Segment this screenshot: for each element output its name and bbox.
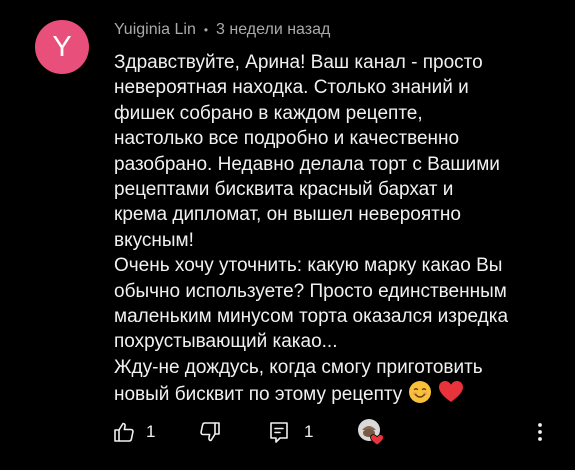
red-heart-icon: [438, 380, 464, 411]
thumbs-down-icon: [198, 420, 222, 444]
comment-line: обычно используете? Просто единственным: [114, 280, 507, 302]
reply-icon: [268, 420, 290, 444]
more-options-button[interactable]: [530, 418, 550, 446]
thumbs-up-icon: [112, 420, 136, 444]
author-name[interactable]: Yuiginia Lin: [114, 21, 196, 39]
comment-line: Жду-не дождусь, когда смогу приготовить: [114, 356, 483, 378]
comment-last-line: новый бисквит по этому рецепту: [114, 380, 554, 411]
more-vertical-icon: [530, 420, 550, 444]
creator-heart-badge: [356, 418, 386, 446]
reply-count: 1: [304, 422, 314, 441]
comment-actions: 1 1: [112, 418, 552, 446]
comment-text: Здравствуйте, Арина! Ваш канал - просто …: [114, 50, 554, 412]
comment-line: маленьким минусом торта оказался изредка: [114, 306, 509, 328]
comment-line: похрустывающий какао...: [114, 331, 338, 353]
avatar-letter: Y: [52, 30, 72, 63]
reply-button[interactable]: 1: [268, 418, 313, 446]
smiling-face-icon: [408, 380, 432, 411]
comment-line: рецептами бисквита красный бархат и: [114, 179, 454, 201]
creator-heart-icon: [356, 417, 386, 447]
header-separator: •: [203, 23, 209, 37]
comment-line: вкусным!: [114, 229, 194, 251]
comment-line: Очень хочу уточнить: какую марку какао В…: [114, 255, 503, 277]
comment-thread: Y Yuiginia Lin • 3 недели назад Здравств…: [0, 0, 575, 470]
like-count: 1: [146, 422, 156, 441]
comment-timestamp[interactable]: 3 недели назад: [216, 21, 330, 39]
comment-header: Yuiginia Lin • 3 недели назад: [114, 20, 330, 40]
avatar[interactable]: Y: [35, 20, 89, 74]
comment-line: фишек собрано в каждом рецепте,: [114, 102, 423, 124]
like-button[interactable]: 1: [112, 418, 155, 446]
comment-line: Здравствуйте, Арина! Ваш канал - просто: [114, 52, 483, 73]
comment-line: настолько все подробно и качественно: [114, 128, 460, 150]
comment-line: новый бисквит по этому рецепту: [114, 384, 403, 406]
dislike-button[interactable]: [198, 418, 222, 446]
comment-line: невероятная находка. Столько знаний и: [114, 77, 469, 99]
comment-line: крема дипломат, он вышел невероятно: [114, 204, 461, 226]
comment-line: разобрано. Недавно делала торт с Вашими: [114, 153, 500, 175]
